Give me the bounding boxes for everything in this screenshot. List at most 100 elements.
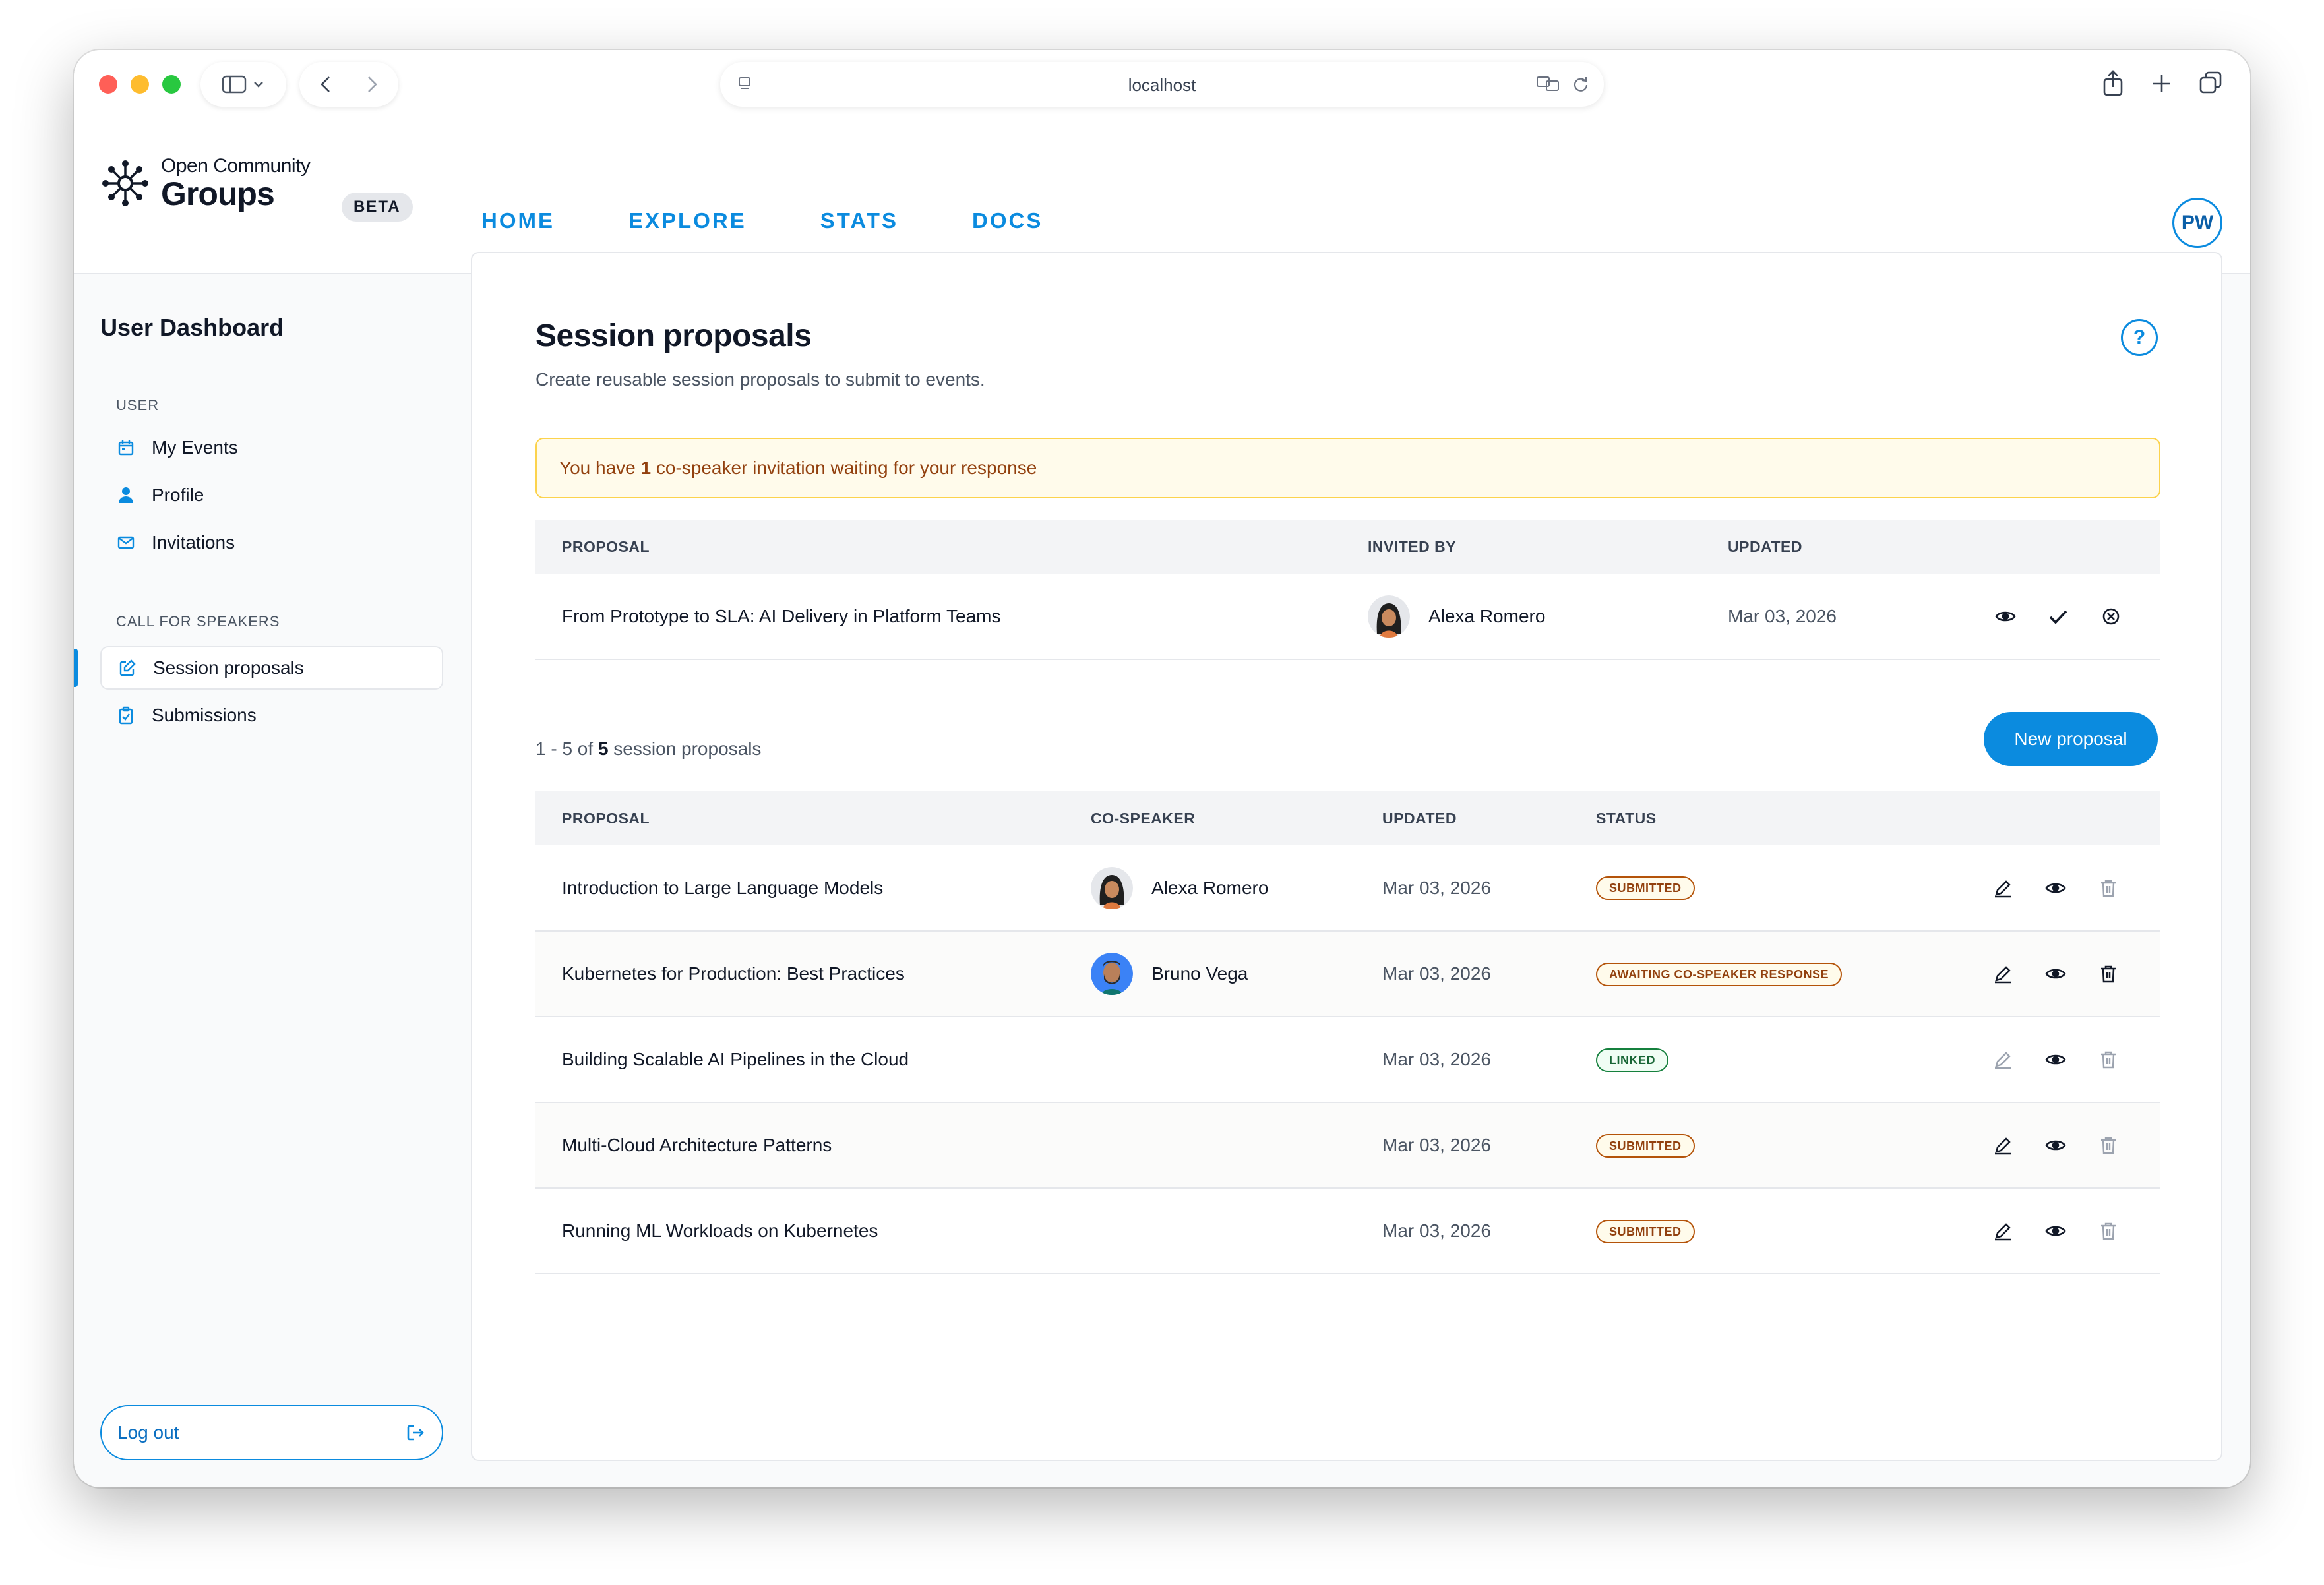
avatar <box>1091 866 1133 909</box>
edit-document-icon <box>117 658 137 678</box>
envelope-icon <box>116 533 136 553</box>
co-speaker-name: Bruno Vega <box>1151 963 1248 984</box>
column-header: CO-SPEAKER <box>1064 791 1356 845</box>
co-speaker-name: Alexa Romero <box>1151 877 1269 898</box>
sidebar-item-label: My Events <box>152 437 238 458</box>
table-row: Running ML Workloads on Kubernetes Mar 0… <box>535 1188 2160 1274</box>
minimize-window-button[interactable] <box>131 75 149 94</box>
view-icon[interactable] <box>2044 877 2067 899</box>
pagination-count: 1 - 5 of 5 session proposals <box>535 738 762 759</box>
nav-stats[interactable]: STATS <box>820 208 898 233</box>
decline-icon[interactable] <box>2100 605 2122 628</box>
delete-icon[interactable] <box>2097 1134 2120 1156</box>
delete-icon[interactable] <box>2097 963 2120 985</box>
invited-by-name: Alexa Romero <box>1428 605 1546 626</box>
page-subtitle: Create reusable session proposals to sub… <box>535 369 985 390</box>
sidebar-item-my-events[interactable]: My Events <box>100 426 443 469</box>
user-avatar-button[interactable]: PW <box>2172 198 2222 248</box>
sidebar-item-label: Profile <box>152 485 204 505</box>
sidebar-item-label: Submissions <box>152 705 257 725</box>
browser-window: localhost Open Community Groups BETA HOM… <box>74 50 2250 1487</box>
forward-icon[interactable] <box>358 73 384 96</box>
browser-actions <box>2100 69 2224 98</box>
updated-date: Mar 03, 2026 <box>1356 1188 1570 1274</box>
nav-explore[interactable]: EXPLORE <box>628 208 747 233</box>
share-icon[interactable] <box>2100 69 2126 98</box>
view-icon[interactable] <box>1994 605 2017 628</box>
co-speaker-name <box>1064 1102 1356 1189</box>
view-icon[interactable] <box>2044 1048 2067 1071</box>
sidebar-item-label: Invitations <box>152 532 235 553</box>
avatar <box>1091 953 1133 995</box>
browser-toolbar: localhost <box>74 50 2250 119</box>
sidebar-item-submissions[interactable]: Submissions <box>100 694 443 737</box>
sidebar-item-label: Session proposals <box>153 657 304 678</box>
new-tab-icon[interactable] <box>2149 69 2175 98</box>
proposal-title: Multi-Cloud Architecture Patterns <box>535 1102 1064 1189</box>
avatar <box>1368 595 1410 638</box>
edit-icon[interactable] <box>1992 1220 2014 1242</box>
sidebar-item-session-proposals[interactable]: Session proposals <box>100 646 443 690</box>
edit-icon[interactable] <box>1992 963 2014 985</box>
delete-icon[interactable] <box>2097 1048 2120 1071</box>
column-header: UPDATED <box>1356 791 1570 845</box>
co-speaker-name <box>1064 1017 1356 1103</box>
status-badge: SUBMITTED <box>1596 1133 1695 1158</box>
view-icon[interactable] <box>2044 1134 2067 1156</box>
sidebar-toggle-button[interactable] <box>200 62 286 107</box>
main-nav: HOME EXPLORE STATS DOCS <box>481 208 1043 233</box>
view-icon[interactable] <box>2044 963 2067 985</box>
updated-date: Mar 03, 2026 <box>1356 1017 1570 1103</box>
close-window-button[interactable] <box>99 75 117 94</box>
url-text: localhost <box>1128 75 1196 95</box>
tab-overview-icon[interactable] <box>2197 69 2224 98</box>
edit-icon[interactable] <box>1992 877 2014 899</box>
clipboard-check-icon <box>116 705 136 725</box>
column-header: STATUS <box>1570 791 1965 845</box>
nav-home[interactable]: HOME <box>481 208 555 233</box>
help-button[interactable]: ? <box>2121 319 2158 356</box>
column-header: PROPOSAL <box>535 520 1341 574</box>
invitations-table: PROPOSAL INVITED BY UPDATED From Prototy… <box>535 520 2160 660</box>
back-icon[interactable] <box>313 73 340 96</box>
proposal-title: From Prototype to SLA: AI Delivery in Pl… <box>535 574 1341 660</box>
edit-icon[interactable] <box>1992 1134 2014 1156</box>
table-row: Building Scalable AI Pipelines in the Cl… <box>535 1017 2160 1103</box>
history-navigation <box>299 62 398 107</box>
logout-icon <box>407 1425 424 1441</box>
proposal-title: Building Scalable AI Pipelines in the Cl… <box>535 1017 1064 1103</box>
calendar-icon <box>116 438 136 458</box>
proposal-title: Running ML Workloads on Kubernetes <box>535 1188 1064 1274</box>
logout-button[interactable]: Log out <box>100 1405 443 1460</box>
co-speaker-name <box>1064 1188 1356 1274</box>
reload-icon[interactable] <box>1571 74 1591 94</box>
sidebar-icon <box>222 75 263 94</box>
site-header: Open Community Groups BETA HOME EXPLORE … <box>74 119 2250 274</box>
translate-icon[interactable] <box>1535 74 1562 94</box>
view-icon[interactable] <box>2044 1220 2067 1242</box>
edit-icon[interactable] <box>1992 1048 2014 1071</box>
address-bar[interactable]: localhost <box>720 62 1604 107</box>
status-badge: AWAITING CO-SPEAKER RESPONSE <box>1596 962 1843 986</box>
community-logo-icon <box>102 160 148 206</box>
updated-date: Mar 03, 2026 <box>1356 1102 1570 1189</box>
section-cfs-label: CALL FOR SPEAKERS <box>116 613 280 630</box>
table-row: From Prototype to SLA: AI Delivery in Pl… <box>535 574 2160 660</box>
new-proposal-button[interactable]: New proposal <box>1984 712 2158 766</box>
delete-icon[interactable] <box>2097 877 2120 899</box>
dashboard-sidebar: User Dashboard USER My Events Profile In… <box>74 274 470 1487</box>
site-logo[interactable]: Open Community Groups <box>99 155 311 211</box>
updated-date: Mar 03, 2026 <box>1356 931 1570 1017</box>
logout-label: Log out <box>117 1422 179 1443</box>
invitation-notice: You have 1 co-speaker invitation waiting… <box>535 438 2160 498</box>
nav-docs[interactable]: DOCS <box>972 208 1043 233</box>
sidebar-item-invitations[interactable]: Invitations <box>100 521 443 564</box>
delete-icon[interactable] <box>2097 1220 2120 1242</box>
maximize-window-button[interactable] <box>162 75 181 94</box>
accept-icon[interactable] <box>2047 605 2069 628</box>
status-badge: SUBMITTED <box>1596 876 1695 900</box>
logo-line1: Open Community <box>161 155 311 177</box>
column-header: UPDATED <box>1701 520 1968 574</box>
sidebar-item-profile[interactable]: Profile <box>100 473 443 517</box>
proposal-title: Kubernetes for Production: Best Practice… <box>535 931 1064 1017</box>
